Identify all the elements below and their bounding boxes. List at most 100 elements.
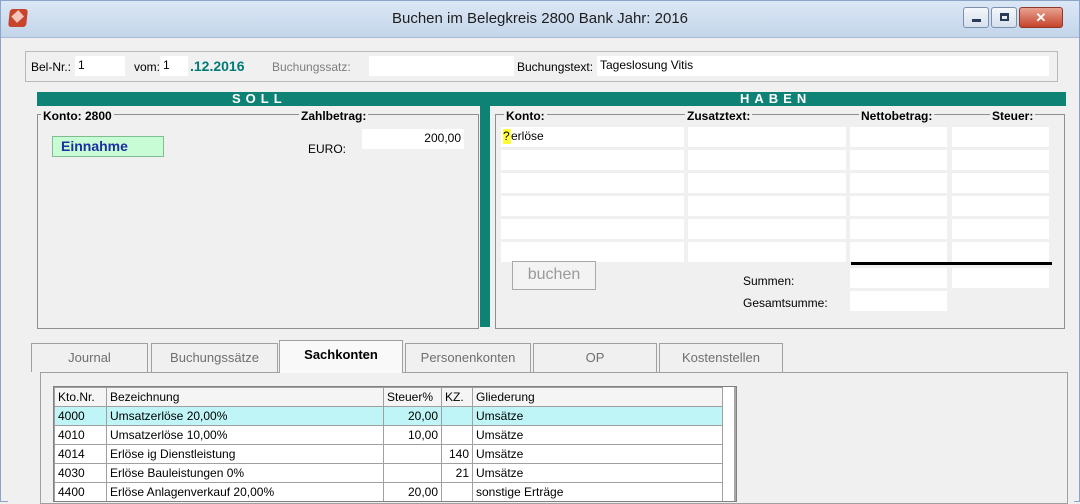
haben-konto-input-2[interactable]: [501, 150, 684, 170]
haben-netto-input-1[interactable]: [850, 127, 947, 147]
einnahme-badge[interactable]: Einnahme: [52, 136, 164, 157]
bel-nr-input[interactable]: 1: [75, 56, 125, 76]
col-kz[interactable]: KZ.: [441, 387, 473, 407]
soll-konto-label: Konto: 2800: [41, 109, 114, 123]
teal-banner: SOLL HABEN: [37, 91, 1066, 106]
haben-netto-input-4[interactable]: [850, 196, 947, 216]
konto-search-text: erlöse: [511, 129, 544, 143]
cell-gliederung: Umsätze: [472, 463, 723, 483]
minimize-button[interactable]: [963, 7, 989, 28]
tab-personenkonten[interactable]: Personenkonten: [405, 343, 531, 372]
maximize-icon: [1000, 13, 1009, 21]
haben-konto-input-3[interactable]: [501, 173, 684, 193]
teal-separator: [480, 105, 490, 327]
buchungstext-label: Buchungstext:: [517, 60, 594, 74]
haben-steuer-input-3[interactable]: [952, 173, 1049, 193]
table-row[interactable]: 4030 Erlöse Bauleistungen 0% 21 Umsätze: [54, 463, 723, 483]
haben-zusatztext-input-2[interactable]: [688, 150, 846, 170]
col-bezeichnung[interactable]: Bezeichnung: [106, 387, 384, 407]
cell-ktonr: 4014: [54, 444, 107, 464]
haben-netto-input-5[interactable]: [850, 219, 947, 239]
minimize-icon: [972, 19, 981, 22]
haben-zusatztext-input-6[interactable]: [688, 242, 846, 262]
buchungssatz-label: Buchungssatz:: [272, 60, 351, 74]
table-row[interactable]: 4400 Erlöse Anlagenverkauf 20,00% 20,00 …: [54, 482, 723, 501]
haben-konto-input-1[interactable]: ? erlöse: [501, 127, 684, 147]
bel-nr-label: Bel-Nr.:: [31, 60, 72, 74]
table-scroll-area[interactable]: [734, 387, 736, 501]
close-icon: ✕: [1035, 10, 1047, 25]
tab-sachkonten[interactable]: Sachkonten: [279, 340, 403, 373]
tab-op[interactable]: OP: [533, 343, 657, 372]
cell-kz: 140: [441, 444, 473, 464]
amount-input[interactable]: 200,00: [362, 129, 464, 149]
summen-label: Summen:: [743, 274, 795, 288]
haben-steuer-input-6[interactable]: [952, 242, 1049, 262]
vom-month-year: .12.2016: [190, 58, 245, 74]
tab-journal[interactable]: Journal: [31, 343, 148, 372]
haben-zusatztext-input-5[interactable]: [688, 219, 846, 239]
haben-netto-input-6[interactable]: [850, 242, 947, 262]
cell-steuer: [383, 463, 442, 483]
tab-buchungssaetze[interactable]: Buchungssätze: [151, 343, 278, 372]
haben-steuer-input-4[interactable]: [952, 196, 1049, 216]
cell-bezeichnung: Umsatzerlöse 20,00%: [106, 406, 384, 426]
haben-steuer-input-2[interactable]: [952, 150, 1049, 170]
cell-ktonr: 4400: [54, 482, 107, 501]
haben-zusatztext-input-4[interactable]: [688, 196, 846, 216]
table-row[interactable]: 4010 Umsatzerlöse 10,00% 10,00 Umsätze: [54, 425, 723, 445]
title-bar: Buchen im Belegkreis 2800 Bank Jahr: 201…: [1, 1, 1079, 38]
cell-steuer: [383, 444, 442, 464]
haben-steuer-input-5[interactable]: [952, 219, 1049, 239]
lookup-marker: ?: [503, 129, 511, 144]
cell-gliederung: Umsätze: [472, 425, 723, 445]
haben-netto-input-2[interactable]: [850, 150, 947, 170]
cell-bezeichnung: Erlöse Bauleistungen 0%: [106, 463, 384, 483]
buchungssatz-input[interactable]: [369, 56, 514, 76]
haben-netto-input-3[interactable]: [850, 173, 947, 193]
haben-konto-input-6[interactable]: [501, 242, 684, 262]
accounts-table: Kto.Nr. Bezeichnung Steuer% KZ. Gliederu…: [53, 386, 737, 502]
col-gliederung[interactable]: Gliederung: [472, 387, 723, 407]
haben-steuer-input-1[interactable]: [952, 127, 1049, 147]
buchen-button[interactable]: buchen: [512, 261, 596, 290]
cell-bezeichnung: Erlöse Anlagenverkauf 20,00%: [106, 482, 384, 501]
cell-bezeichnung: Erlöse ig Dienstleistung: [106, 444, 384, 464]
gesamtsumme-label: Gesamtsumme:: [743, 296, 828, 310]
col-steuer[interactable]: Steuer%: [383, 387, 442, 407]
cell-bezeichnung: Umsatzerlöse 10,00%: [106, 425, 384, 445]
maximize-button[interactable]: [991, 7, 1017, 28]
euro-label: EURO:: [308, 142, 347, 156]
cell-ktonr: 4010: [54, 425, 107, 445]
haben-konto-input-5[interactable]: [501, 219, 684, 239]
header-row: Bel-Nr.: 1 vom: 1 .12.2016 Buchungssatz:…: [25, 51, 1058, 82]
haben-zusatztext-input-1[interactable]: [688, 127, 846, 147]
main-window: Buchen im Belegkreis 2800 Bank Jahr: 201…: [0, 0, 1080, 504]
haben-banner: HABEN: [740, 91, 812, 106]
summen-steuer-field: [952, 268, 1049, 288]
tab-kostenstellen[interactable]: Kostenstellen: [659, 343, 783, 372]
window-title: Buchen im Belegkreis 2800 Bank Jahr: 201…: [391, 10, 688, 27]
haben-zusatztext-input-3[interactable]: [688, 173, 846, 193]
haben-col-nettobetrag: Nettobetrag:: [859, 109, 935, 123]
buchungstext-input[interactable]: Tageslosung Vitis: [597, 56, 1049, 76]
cell-kz: 21: [441, 463, 473, 483]
close-button[interactable]: ✕: [1019, 7, 1063, 28]
haben-col-zusatztext: Zusatztext:: [685, 109, 753, 123]
cell-ktonr: 4000: [54, 406, 107, 426]
cell-steuer: 20,00: [383, 482, 442, 501]
cell-gliederung: Umsätze: [472, 406, 723, 426]
cell-ktonr: 4030: [54, 463, 107, 483]
cell-kz: [441, 482, 473, 501]
table-row[interactable]: 4000 Umsatzerlöse 20,00% 20,00 Umsätze: [54, 406, 723, 426]
cell-gliederung: Umsätze: [472, 444, 723, 464]
summen-netto-field: [850, 268, 947, 288]
haben-col-konto: Konto:: [504, 109, 547, 123]
table-row[interactable]: 4014 Erlöse ig Dienstleistung 140 Umsätz…: [54, 444, 723, 464]
cell-gliederung: sonstige Erträge: [472, 482, 723, 501]
soll-banner: SOLL: [232, 91, 287, 106]
haben-konto-input-4[interactable]: [501, 196, 684, 216]
col-ktonr[interactable]: Kto.Nr.: [54, 387, 107, 407]
cell-kz: [441, 406, 473, 426]
vom-day-input[interactable]: 1: [160, 56, 188, 76]
